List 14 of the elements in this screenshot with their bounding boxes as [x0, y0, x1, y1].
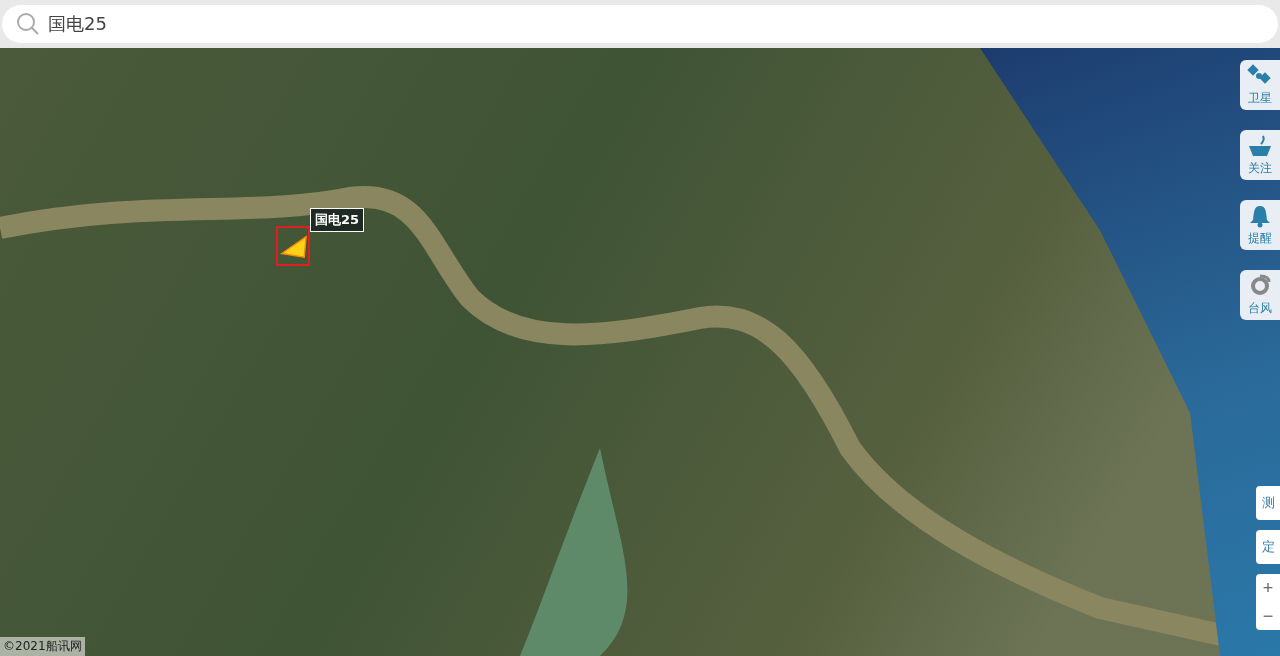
copyright-text: ©2021船讯网 — [0, 637, 85, 656]
search-field[interactable]: 国电25 — [2, 5, 1278, 43]
map-tool-button[interactable]: 关注 — [1240, 130, 1280, 180]
zoom-out-button[interactable]: − — [1256, 602, 1280, 630]
zoom-in-button[interactable]: + — [1256, 574, 1280, 602]
map-tool-button[interactable]: 卫星 — [1240, 60, 1280, 110]
map-tool-button[interactable]: 提醒 — [1240, 200, 1280, 250]
map-tool-button[interactable]: 台风 — [1240, 270, 1280, 320]
boat-icon — [1247, 133, 1273, 158]
map-tool-button[interactable]: 定 — [1256, 530, 1280, 564]
ship-label: 国电25 — [310, 208, 365, 232]
map-tool-button[interactable]: 测 — [1256, 486, 1280, 520]
satellite-map[interactable]: 国电25 卫星 关注 提醒 台风 测 定 + − ©2021船讯网 — [0, 48, 1280, 656]
ship-marker[interactable] — [276, 226, 310, 266]
